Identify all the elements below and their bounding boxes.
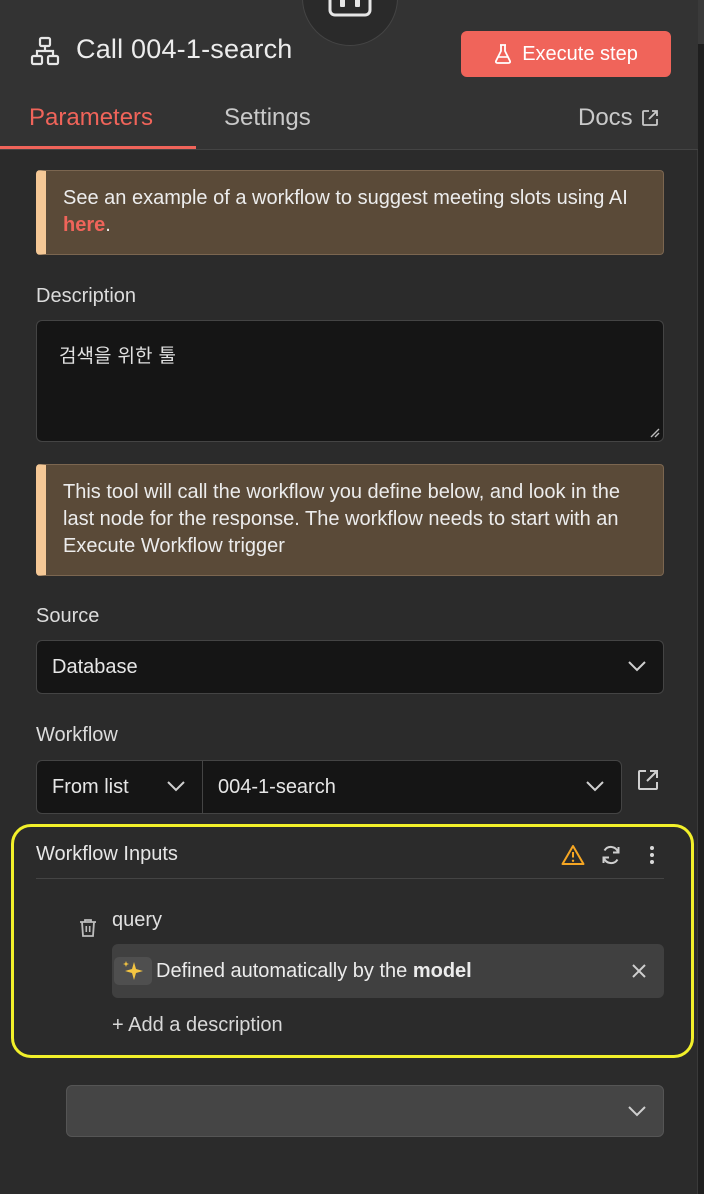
more-options-icon[interactable] <box>640 843 664 867</box>
resize-handle-icon[interactable] <box>648 426 660 438</box>
refresh-icon[interactable] <box>599 843 623 867</box>
workflow-label: Workflow <box>36 724 118 746</box>
auto-defined-bold: model <box>412 959 472 982</box>
node-title[interactable]: Call 004-1-search <box>76 34 293 65</box>
panel-header: Call 004-1-search Execute step Parameter… <box>0 0 698 150</box>
chevron-down-icon <box>167 781 185 792</box>
docs-label: Docs <box>578 104 633 131</box>
warning-icon[interactable] <box>561 843 585 867</box>
tab-settings[interactable]: Settings <box>224 104 311 132</box>
execute-step-label: Execute step <box>522 42 638 65</box>
example-callout: See an example of a workflow to suggest … <box>36 170 664 255</box>
description-label: Description <box>36 285 137 307</box>
example-here-link[interactable]: here <box>63 214 105 236</box>
source-select[interactable]: Database <box>36 640 664 694</box>
sparkles-icon <box>114 957 152 985</box>
docs-link[interactable]: Docs <box>578 104 659 132</box>
workflow-inputs-title: Workflow Inputs <box>36 843 178 865</box>
canvas-edge <box>698 0 704 1194</box>
callout-text-end: . <box>105 214 111 236</box>
open-workflow-external-icon[interactable] <box>636 768 660 792</box>
chevron-down-icon <box>628 1106 646 1117</box>
auto-defined-text: Defined automatically by the <box>156 959 413 982</box>
close-icon[interactable] <box>628 960 650 982</box>
active-tab-indicator <box>0 146 196 149</box>
tab-bar: Parameters Settings Docs <box>0 96 698 150</box>
tool-info-callout: This tool will call the workflow you def… <box>36 464 664 576</box>
source-label: Source <box>36 605 100 627</box>
input-name-label: query <box>112 909 163 931</box>
workflow-mode-value: From list <box>52 775 129 798</box>
add-description-link[interactable]: + Add a description <box>112 1014 283 1037</box>
trash-icon[interactable] <box>76 916 100 940</box>
execute-step-button[interactable]: Execute step <box>461 31 671 77</box>
add-field-select[interactable] <box>66 1085 664 1137</box>
auto-defined-field[interactable]: Defined automatically by the model <box>112 944 664 998</box>
tab-parameters[interactable]: Parameters <box>29 104 153 132</box>
external-link-icon <box>641 110 658 126</box>
workflow-select[interactable]: 004-1-search <box>202 760 622 814</box>
node-details-panel: Call 004-1-search Execute step Parameter… <box>0 0 698 1194</box>
tool-info-text: This tool will call the workflow you def… <box>63 481 620 557</box>
description-textarea[interactable]: 검색을 위한 툴 <box>36 320 664 442</box>
divider <box>36 878 664 879</box>
callout-text: See an example of a workflow to suggest … <box>63 187 628 209</box>
chevron-down-icon <box>586 781 604 792</box>
chevron-down-icon <box>628 661 646 672</box>
flask-icon <box>495 44 512 64</box>
robot-icon <box>302 0 398 46</box>
source-value: Database <box>52 655 138 678</box>
workflow-selected-value: 004-1-search <box>218 775 336 798</box>
description-value: 검색을 위한 툴 <box>59 345 176 367</box>
workflow-tree-icon <box>30 36 60 66</box>
workflow-mode-select[interactable]: From list <box>36 760 203 814</box>
